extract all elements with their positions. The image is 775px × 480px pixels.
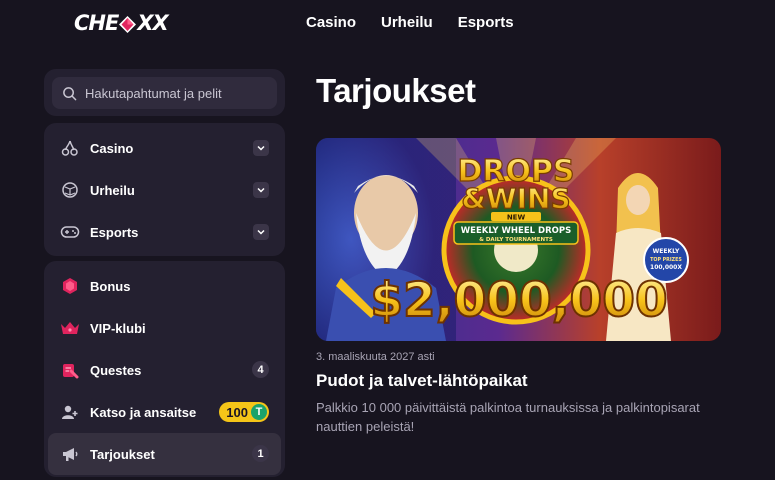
promo-banner-art: DROPS &WINS NEW WEEKLY WHEEL DROPS & DAI… — [316, 138, 721, 341]
search-field[interactable] — [52, 77, 277, 109]
crown-icon — [60, 318, 80, 338]
promo-date: 3. maaliskuuta 2027 asti — [316, 351, 435, 363]
megaphone-icon — [60, 444, 80, 464]
sidebar-item-label: Bonus — [90, 278, 131, 294]
badge-mid: TOP PRIZES — [650, 257, 682, 263]
banner-line2: &WINS — [461, 182, 570, 215]
banner-amount: $2,000,000 — [370, 273, 667, 328]
sidebar-item-tarjoukset[interactable]: Tarjoukset 1 — [48, 433, 281, 475]
logo-text-end: X — [152, 11, 169, 35]
sidebar-item-questes[interactable]: Questes 4 — [44, 349, 285, 391]
coins-badge: 100 T — [219, 402, 269, 422]
page-title: Tarjoukset — [316, 72, 476, 109]
sidebar-item-label: Katso ja ansaitse — [90, 404, 197, 420]
topnav-esports[interactable]: Esports — [458, 14, 514, 31]
search-container — [44, 69, 285, 116]
sidebar-item-bonus[interactable]: Bonus — [44, 265, 285, 307]
sidebar-item-esports[interactable]: Esports — [44, 211, 285, 253]
search-input[interactable] — [85, 85, 265, 101]
sidebar-item-label: Questes — [90, 362, 142, 378]
topnav-casino[interactable]: Casino — [306, 14, 356, 31]
chevron-down-icon[interactable] — [253, 140, 269, 156]
sidebar-item-label: Esports — [90, 224, 139, 240]
coin-icon: T — [251, 404, 267, 420]
sidebar-item-vip[interactable]: VIP-klubi — [44, 307, 285, 349]
sidebar: Casino Urheilu Esports Bonus — [44, 69, 285, 477]
sidebar-item-label: Tarjoukset — [90, 446, 155, 462]
promo-title[interactable]: Pudot ja talvet-lähtöpaikat — [316, 371, 528, 391]
sidebar-item-label: Casino — [90, 140, 134, 156]
sidebar-item-label: VIP-klubi — [90, 320, 146, 336]
logo-text-left: CHE — [74, 11, 119, 35]
sidebar-item-watch-earn[interactable]: Katso ja ansaitse 100 T — [44, 391, 285, 433]
sidebar-group-rewards: Bonus VIP-klubi Questes 4 Katso ja ansai… — [44, 261, 285, 477]
banner-ribbon-new: NEW — [507, 214, 526, 222]
promo-description: Palkkio 10 000 päivittäistä palkintoa tu… — [316, 400, 700, 434]
sidebar-item-label: Urheilu — [90, 182, 135, 198]
ball-icon — [60, 180, 80, 200]
banner-ribbon-main: WEEKLY WHEEL DROPS — [461, 226, 571, 236]
topnav-urheilu[interactable]: Urheilu — [381, 14, 433, 31]
sidebar-item-urheilu[interactable]: Urheilu — [44, 169, 285, 211]
quest-icon — [60, 360, 80, 380]
badge-top: WEEKLY — [653, 248, 680, 255]
tarjoukset-count-badge: 1 — [252, 445, 269, 462]
top-nav: Casino Urheilu Esports — [306, 14, 514, 31]
promo-banner-image[interactable]: DROPS &WINS NEW WEEKLY WHEEL DROPS & DAI… — [316, 138, 721, 341]
chevron-down-icon[interactable] — [253, 224, 269, 240]
logo[interactable]: CHE X X — [74, 11, 169, 35]
search-icon — [63, 86, 77, 100]
sidebar-item-casino[interactable]: Casino — [44, 127, 285, 169]
logo-text-right: X — [137, 11, 153, 35]
coins-amount: 100 — [226, 404, 248, 420]
badge-val: 100,000X — [650, 264, 682, 271]
questes-count-badge: 4 — [252, 361, 269, 378]
top-header: CHE X X Casino Urheilu Esports — [0, 0, 775, 50]
banner-ribbon-sub: & DAILY TOURNAMENTS — [479, 237, 553, 243]
chevron-down-icon[interactable] — [253, 182, 269, 198]
add-user-icon — [60, 402, 80, 422]
diamond-icon — [119, 15, 137, 33]
gift-icon — [60, 276, 80, 296]
gamepad-icon — [60, 222, 80, 242]
sidebar-group-sports: Casino Urheilu Esports — [44, 123, 285, 256]
cherries-icon — [60, 138, 80, 158]
